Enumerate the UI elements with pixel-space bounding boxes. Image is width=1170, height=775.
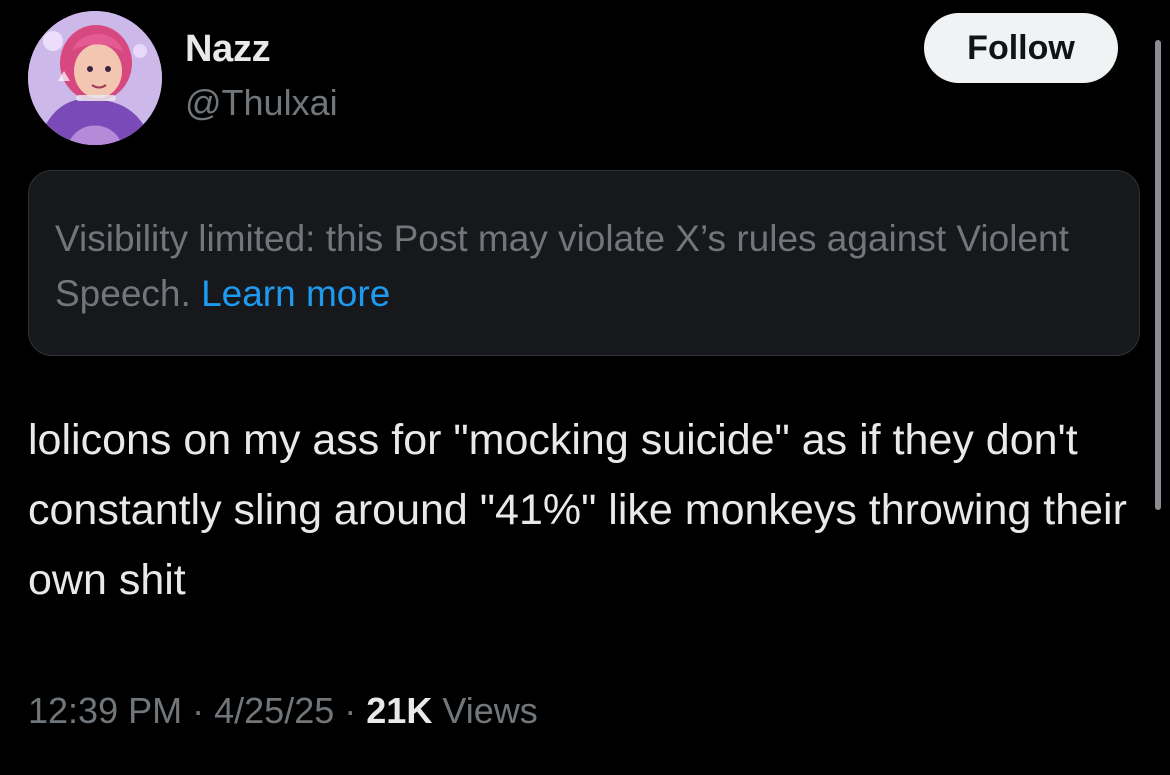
meta-separator: ·	[192, 690, 205, 731]
post-text: lolicons on my ass for "mocking suicide"…	[28, 416, 1127, 604]
follow-button[interactable]: Follow	[924, 13, 1118, 83]
avatar-image	[28, 11, 162, 145]
post-time[interactable]: 12:39 PM	[28, 690, 182, 731]
author-handle[interactable]: @Thulxai	[185, 82, 338, 124]
visibility-notice: Visibility limited: this Post may violat…	[28, 170, 1140, 356]
visibility-notice-text: Visibility limited: this Post may violat…	[55, 211, 1115, 321]
meta-separator: ·	[344, 690, 357, 731]
avatar[interactable]	[28, 11, 162, 145]
scrollbar[interactable]	[1155, 40, 1161, 510]
views-label: Views	[442, 690, 538, 731]
post-meta: 12:39 PM · 4/25/25 · 21K Views	[28, 690, 538, 732]
post-date[interactable]: 4/25/25	[214, 690, 334, 731]
views-count: 21K	[366, 690, 433, 731]
author-display-name[interactable]: Nazz	[185, 28, 271, 71]
learn-more-link[interactable]: Learn more	[201, 273, 390, 314]
